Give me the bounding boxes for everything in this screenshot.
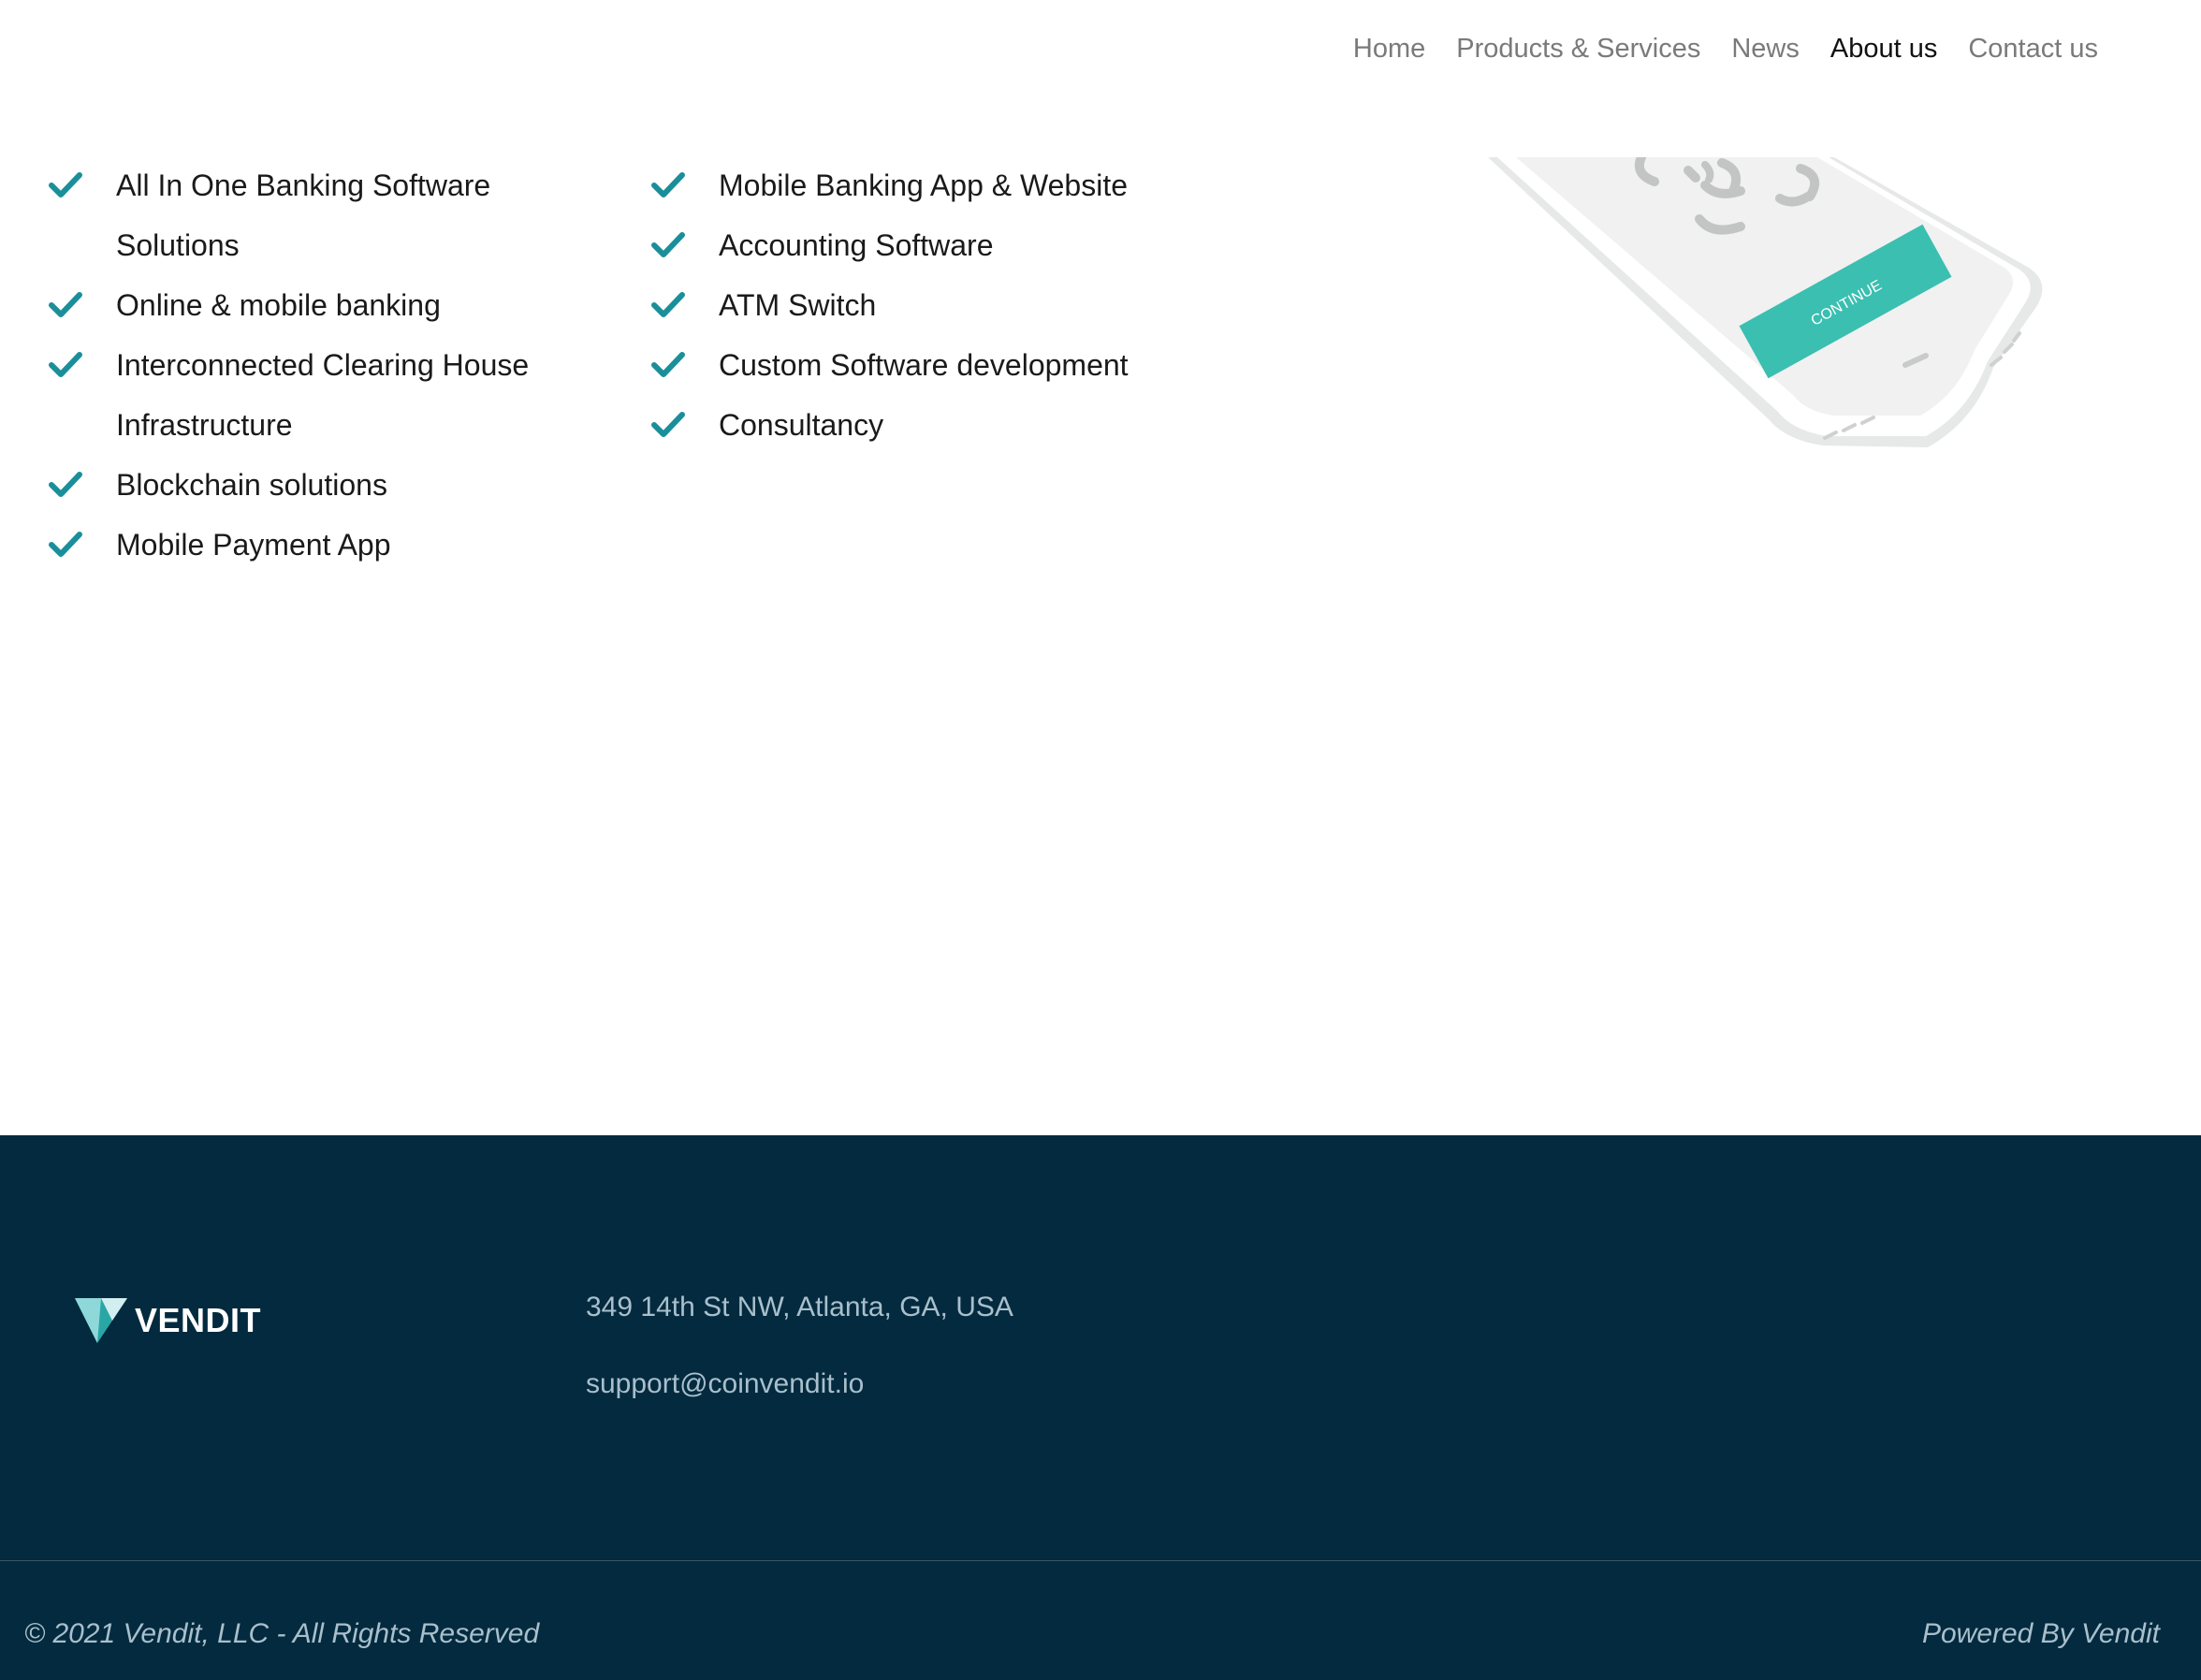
list-item: Consultancy <box>651 395 1213 455</box>
list-item: Interconnected Clearing House Infrastruc… <box>49 335 573 455</box>
nav-about-us[interactable]: About us <box>1830 28 1937 69</box>
phone-illustration: CONTINUE <box>1488 157 2043 447</box>
copyright-text: © 2021 Vendit, LLC - All Rights Reserved <box>24 1618 540 1649</box>
checkmark-icon <box>651 412 685 437</box>
address: 349 14th St NW, Atlanta, GA, USA <box>586 1292 1013 1322</box>
list-item: Mobile Payment App <box>49 515 573 575</box>
checkmark-icon <box>49 532 82 557</box>
feature-label: All In One Banking Software Solutions <box>116 168 491 262</box>
feature-label: Mobile Banking App & Website <box>719 168 1128 202</box>
checkmark-icon <box>49 172 82 197</box>
powered-by-text: Powered By Vendit <box>1921 1618 2160 1649</box>
checkmark-icon <box>651 292 685 317</box>
checkmark-icon <box>49 292 82 317</box>
list-item: All In One Banking Software Solutions <box>49 155 573 275</box>
vendit-logo-icon <box>75 1298 127 1343</box>
feature-label: ATM Switch <box>719 288 877 322</box>
checkmark-icon <box>651 232 685 257</box>
logo-text: VENDIT <box>135 1301 262 1339</box>
feature-label: Online & mobile banking <box>116 288 441 322</box>
list-item: Accounting Software <box>651 215 1213 275</box>
feature-list-2: Mobile Banking App & Website Accounting … <box>651 155 1213 455</box>
email-link[interactable]: support@coinvendit.io <box>586 1368 864 1399</box>
nav-products-services[interactable]: Products & Services <box>1456 28 1700 69</box>
checkmark-icon <box>49 472 82 497</box>
page: Home Products & Services News About us C… <box>0 0 2201 1680</box>
feature-list-1: All In One Banking Software Solutions On… <box>49 155 573 575</box>
vendit-logo[interactable]: VENDIT <box>75 1296 261 1345</box>
main-nav: Home Products & Services News About us C… <box>1353 28 2098 69</box>
feature-label: Custom Software development <box>719 348 1129 382</box>
list-item: ATM Switch <box>651 275 1213 335</box>
nav-contact-us[interactable]: Contact us <box>1968 28 2098 69</box>
checkmark-icon <box>49 352 82 377</box>
checkmark-icon <box>651 172 685 197</box>
list-item: Online & mobile banking <box>49 275 573 335</box>
feature-label: Mobile Payment App <box>116 528 391 562</box>
feature-label: Interconnected Clearing House Infrastruc… <box>116 348 530 442</box>
feature-label: Blockchain solutions <box>116 468 387 502</box>
feature-label: Consultancy <box>719 408 884 442</box>
contact-info: 349 14th St NW, Atlanta, GA, USA support… <box>586 1289 1013 1442</box>
nav-news[interactable]: News <box>1731 28 1800 69</box>
feature-label: Accounting Software <box>719 228 994 262</box>
nav-home[interactable]: Home <box>1353 28 1425 69</box>
footer: VENDIT 349 14th St NW, Atlanta, GA, USA … <box>0 1135 2201 1680</box>
checkmark-icon <box>651 352 685 377</box>
footer-divider <box>0 1560 2201 1561</box>
list-item: Mobile Banking App & Website <box>651 155 1213 215</box>
list-item: Blockchain solutions <box>49 455 573 515</box>
list-item: Custom Software development <box>651 335 1213 395</box>
